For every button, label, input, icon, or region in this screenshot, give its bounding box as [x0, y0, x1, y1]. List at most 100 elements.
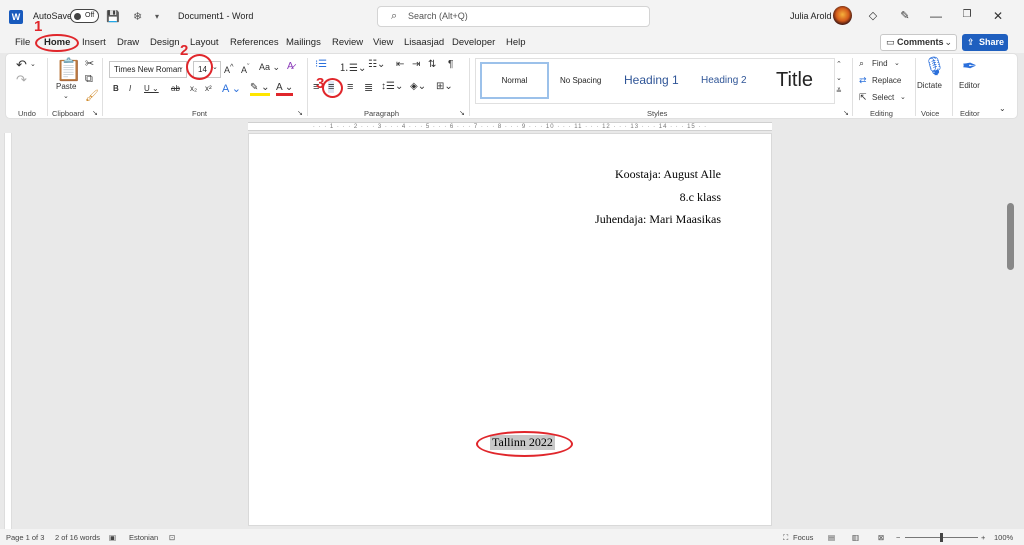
tab-draw[interactable]: Draw: [117, 37, 139, 48]
text-effects-icon[interactable]: A ⌄: [222, 82, 241, 95]
style-heading-1[interactable]: Heading 1: [624, 62, 679, 99]
tab-layout[interactable]: Layout: [190, 37, 219, 48]
undo-dropdown-icon[interactable]: ⌄: [30, 60, 36, 68]
paste-icon[interactable]: 📋: [55, 57, 82, 83]
line-spacing-icon[interactable]: ↕☰⌄: [381, 81, 403, 92]
styles-scroll-up-icon[interactable]: ⌃: [836, 60, 842, 68]
decrease-indent-icon[interactable]: ⇤: [396, 59, 404, 70]
user-name[interactable]: Julia Arold: [790, 11, 832, 21]
select-icon[interactable]: ⇱: [859, 92, 867, 103]
find-icon[interactable]: ⌕: [859, 58, 864, 69]
superscript-icon[interactable]: x²: [205, 84, 212, 93]
pen-icon[interactable]: ✎: [898, 9, 912, 22]
author-line[interactable]: Koostaja: August Alle: [615, 167, 721, 182]
close-icon[interactable]: ✕: [991, 9, 1005, 23]
tab-insert[interactable]: Insert: [82, 37, 106, 48]
focus-button[interactable]: Focus: [793, 533, 813, 542]
tab-lisaasjad[interactable]: Lisaasjad: [404, 37, 444, 48]
styles-more-icon[interactable]: ≚: [836, 87, 842, 95]
page-count[interactable]: Page 1 of 3: [6, 533, 44, 542]
document-page[interactable]: Koostaja: August Alle 8.c klass Juhendaj…: [248, 133, 772, 526]
vertical-scrollbar[interactable]: [1004, 133, 1018, 529]
replace-button[interactable]: Replace: [872, 76, 901, 85]
select-dropdown-icon[interactable]: ⌄: [900, 93, 906, 101]
read-mode-icon[interactable]: ▤: [828, 533, 835, 542]
numbering-icon[interactable]: ⒈☰⌄: [339, 59, 366, 74]
dictate-button[interactable]: Dictate: [917, 81, 942, 90]
show-formatting-icon[interactable]: ¶: [448, 59, 453, 70]
strikethrough-icon[interactable]: ab: [171, 84, 180, 93]
replace-icon[interactable]: ⇄: [859, 75, 867, 86]
customize-quick-access-icon[interactable]: ▾: [155, 12, 159, 21]
cut-icon[interactable]: ✂: [85, 57, 94, 70]
font-name-input[interactable]: Times New Roman: [109, 61, 187, 78]
restore-icon[interactable]: ❐: [960, 9, 974, 20]
zoom-out-icon[interactable]: −: [896, 533, 900, 542]
horizontal-ruler[interactable]: · · · 1 · · · 2 · · · 3 · · · 4 · · · 5 …: [0, 119, 1024, 133]
undo-icon[interactable]: ↶: [16, 57, 27, 73]
multilevel-list-icon[interactable]: ☷⌄: [368, 59, 385, 70]
tab-mailings[interactable]: Mailings: [286, 37, 321, 48]
web-layout-icon[interactable]: ⊠: [878, 533, 884, 542]
focus-icon[interactable]: ⛶: [783, 533, 788, 543]
clipboard-launcher-icon[interactable]: ↘: [92, 109, 98, 117]
comments-button[interactable]: ▭ Comments ⌄: [880, 34, 957, 51]
premium-diamond-icon[interactable]: ◇: [866, 9, 880, 22]
underline-icon[interactable]: U ⌄: [144, 84, 159, 93]
bullets-icon[interactable]: ⁝☰: [315, 59, 327, 70]
autosave-toggle[interactable]: Off: [70, 9, 99, 23]
change-case-icon[interactable]: Aa ⌄: [259, 62, 280, 73]
tab-references[interactable]: References: [230, 37, 279, 48]
minimize-icon[interactable]: —: [929, 9, 943, 23]
borders-icon[interactable]: ⊞⌄: [436, 81, 453, 92]
tab-review[interactable]: Review: [332, 37, 363, 48]
style-heading-2[interactable]: Heading 2: [701, 62, 747, 99]
justify-icon[interactable]: ≣: [364, 81, 373, 94]
styles-scroll-down-icon[interactable]: ⌄: [836, 74, 842, 82]
scrollbar-thumb[interactable]: [1007, 203, 1014, 270]
save-icon[interactable]: 💾: [106, 10, 120, 23]
find-dropdown-icon[interactable]: ⌄: [894, 59, 900, 67]
tab-file[interactable]: File: [15, 37, 30, 48]
style-no-spacing[interactable]: No Spacing: [560, 62, 601, 99]
redo-icon[interactable]: ↷: [16, 72, 27, 88]
styles-launcher-icon[interactable]: ↘: [843, 109, 849, 117]
align-right-icon[interactable]: ≡: [347, 81, 353, 93]
share-button[interactable]: ⇪ Share: [962, 34, 1008, 51]
clear-formatting-icon[interactable]: A̷: [287, 61, 294, 72]
italic-icon[interactable]: I: [129, 84, 131, 93]
highlight-icon[interactable]: ✎ ⌄: [250, 82, 270, 96]
bold-icon[interactable]: B: [113, 84, 119, 93]
style-normal[interactable]: Normal: [480, 62, 549, 99]
word-count[interactable]: 2 of 16 words: [55, 533, 100, 542]
style-title[interactable]: Title: [776, 62, 813, 99]
shrink-font-icon[interactable]: Aˇ: [241, 62, 250, 75]
collapse-ribbon-icon[interactable]: ⌄: [999, 104, 1006, 113]
tab-developer[interactable]: Developer: [452, 37, 495, 48]
font-color-icon[interactable]: A ⌄: [276, 82, 294, 96]
sort-icon[interactable]: ⇅: [428, 59, 436, 70]
settings-icon[interactable]: ❄: [133, 10, 142, 23]
search-box[interactable]: ⌕ Search (Alt+Q): [377, 6, 650, 27]
increase-indent-icon[interactable]: ⇥: [412, 59, 420, 70]
copy-icon[interactable]: ⧉: [85, 73, 93, 86]
microphone-icon[interactable]: 🎙: [923, 56, 946, 77]
zoom-slider-thumb[interactable]: [940, 533, 943, 542]
subscript-icon[interactable]: x₂: [190, 84, 197, 93]
paragraph-launcher-icon[interactable]: ↘: [459, 109, 465, 117]
paste-dropdown-icon[interactable]: ⌄: [63, 92, 69, 100]
zoom-level[interactable]: 100%: [994, 533, 1013, 542]
supervisor-line[interactable]: Juhendaja: Mari Maasikas: [595, 212, 721, 227]
editor-icon[interactable]: ✒: [962, 56, 977, 77]
tab-view[interactable]: View: [373, 37, 393, 48]
proofing-icon[interactable]: ▣: [109, 533, 116, 542]
format-painter-icon[interactable]: 🖌: [85, 89, 99, 102]
font-launcher-icon[interactable]: ↘: [297, 109, 303, 117]
shading-icon[interactable]: ◈⌄: [410, 81, 426, 92]
select-button[interactable]: Select: [872, 93, 894, 102]
find-button[interactable]: Find: [872, 59, 888, 68]
class-line[interactable]: 8.c klass: [680, 190, 721, 205]
accessibility-icon[interactable]: ⊡: [169, 533, 175, 542]
grow-font-icon[interactable]: A^: [224, 62, 234, 75]
tab-design[interactable]: Design: [150, 37, 180, 48]
